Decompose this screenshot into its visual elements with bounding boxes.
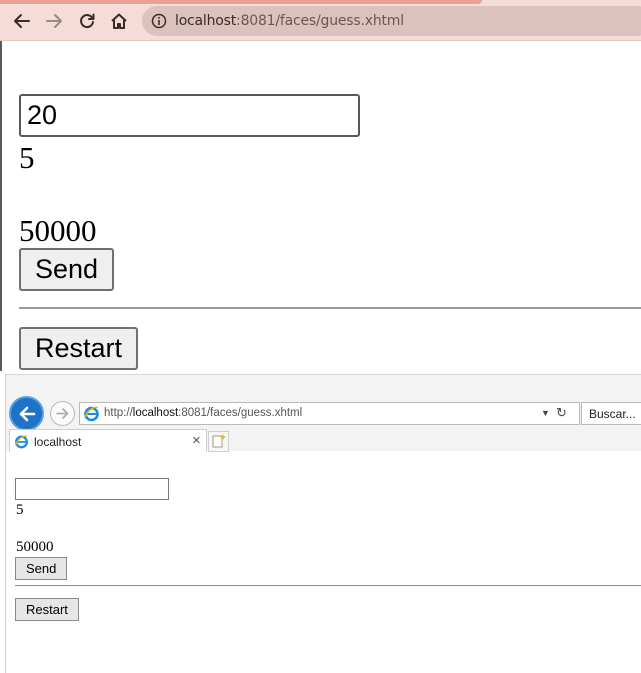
page-content-top: 5 50000 Send Restart (0, 41, 641, 371)
divider (15, 585, 641, 586)
ie-toolbar: http://localhost:8081/faces/guess.xhtml … (6, 375, 641, 452)
home-button[interactable] (107, 9, 131, 33)
address-bar[interactable]: localhost:8081/faces/guess.xhtml (142, 6, 641, 36)
result-line-1: 5 (16, 502, 24, 518)
ie-search-box[interactable]: Buscar... (581, 402, 641, 425)
ie-url-host: localhost (132, 407, 179, 419)
guess-input[interactable] (19, 94, 360, 137)
chrome-toolbar: localhost:8081/faces/guess.xhtml (0, 0, 641, 41)
result-line-2: 50000 (19, 213, 97, 248)
ie-logo-icon (83, 406, 99, 422)
reload-icon (80, 13, 95, 29)
back-button[interactable] (10, 9, 34, 33)
ie-tab[interactable]: localhost × (9, 429, 207, 452)
ie-logo-icon (14, 435, 28, 449)
send-button[interactable]: Send (15, 557, 68, 580)
ie-address-bar[interactable]: http://localhost:8081/faces/guess.xhtml … (79, 402, 580, 425)
dropdown-arrow-icon[interactable]: ▼ (541, 408, 550, 418)
new-tab-button[interactable] (208, 431, 229, 452)
new-tab-icon (212, 434, 226, 448)
ie-url-prefix: http:// (104, 407, 133, 419)
ie-window: http://localhost:8081/faces/guess.xhtml … (5, 374, 641, 673)
result-line-1: 5 (19, 140, 35, 175)
address-url: localhost:8081/faces/guess.xhtml (175, 13, 404, 29)
url-host: localhost (175, 13, 237, 29)
result-line-2: 50000 (16, 539, 54, 555)
page-content-bottom: 5 50000 Send Restart (6, 452, 641, 673)
forward-button[interactable] (42, 9, 66, 33)
ie-forward-button[interactable] (50, 401, 75, 426)
guess-input[interactable] (15, 478, 169, 500)
ie-tab-title: localhost (34, 435, 82, 449)
forward-arrow-icon (46, 14, 62, 28)
ie-address-url: http://localhost:8081/faces/guess.xhtml (104, 407, 302, 419)
forward-arrow-icon (56, 408, 69, 419)
home-icon (111, 13, 127, 29)
restart-button[interactable]: Restart (15, 598, 79, 621)
ie-url-path: :8081/faces/guess.xhtml (178, 407, 303, 419)
info-icon[interactable] (151, 13, 167, 29)
active-tab-accent (0, 0, 482, 4)
refresh-icon[interactable]: ↻ (556, 405, 567, 421)
reload-button[interactable] (75, 9, 99, 33)
back-arrow-icon (19, 406, 35, 421)
back-arrow-icon (14, 14, 30, 28)
send-button[interactable]: Send (19, 248, 115, 291)
url-path: :8081/faces/guess.xhtml (236, 13, 404, 29)
close-icon[interactable]: × (192, 432, 201, 449)
ie-search-placeholder: Buscar... (589, 407, 636, 421)
ie-back-button[interactable] (9, 396, 44, 431)
divider (19, 307, 641, 309)
restart-button[interactable]: Restart (19, 327, 139, 370)
